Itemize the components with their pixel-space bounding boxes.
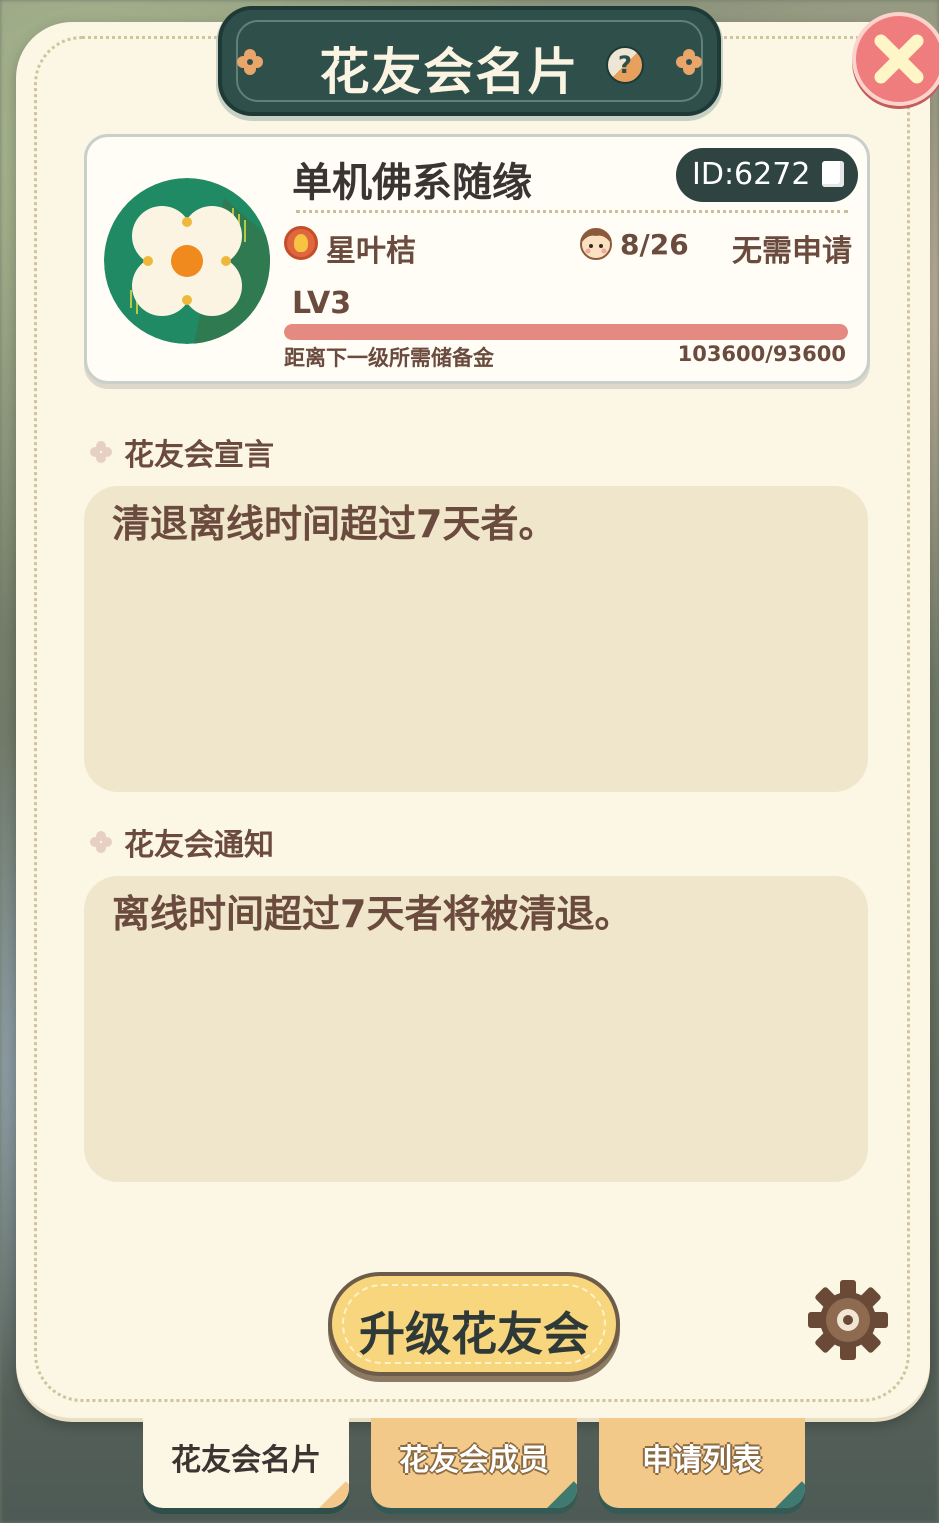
flower-emblem-icon — [104, 178, 270, 344]
flower-bullet-icon — [90, 831, 112, 853]
leader-icon — [284, 226, 318, 260]
level-progress-bar — [284, 324, 848, 340]
progress-label: 距离下一级所需储备金 — [284, 346, 494, 370]
tab-club-members[interactable]: 花友会成员 — [371, 1418, 577, 1508]
tab-label: 花友会成员 — [399, 1443, 549, 1478]
notice-text: 离线时间超过7天者将被清退。 — [84, 876, 868, 1182]
card-divider — [296, 210, 848, 213]
member-icon — [580, 228, 612, 260]
tab-application-list[interactable]: 申请列表 — [599, 1418, 805, 1508]
notice-title: 花友会通知 — [124, 828, 274, 863]
tab-label: 花友会名片 — [171, 1443, 321, 1478]
close-button[interactable] — [852, 12, 939, 106]
club-id-badge[interactable]: ID:6272 — [676, 148, 858, 202]
declaration-title: 花友会宣言 — [124, 438, 274, 473]
close-icon — [874, 34, 924, 84]
member-count: 8/26 — [620, 228, 689, 261]
level-progress-fill — [284, 324, 848, 340]
club-level: LV3 — [292, 286, 352, 321]
club-emblem — [104, 178, 270, 344]
copy-icon[interactable] — [822, 161, 844, 187]
club-id-label: ID:6272 — [692, 157, 811, 192]
flower-bullet-icon — [90, 441, 112, 463]
question-icon[interactable]: ? — [606, 46, 644, 84]
gear-icon[interactable] — [806, 1278, 890, 1362]
leader-name: 星叶桔 — [326, 234, 416, 269]
upgrade-club-button[interactable]: 升级花友会 — [328, 1272, 620, 1376]
club-name: 单机佛系随缘 — [292, 160, 532, 206]
progress-value: 103600/93600 — [677, 342, 846, 366]
upgrade-button-label: 升级花友会 — [359, 1307, 589, 1361]
declaration-text: 清退离线时间超过7天者。 — [84, 486, 868, 792]
tab-club-card[interactable]: 花友会名片 — [143, 1418, 349, 1508]
tab-label: 申请列表 — [642, 1443, 762, 1478]
join-policy: 无需申请 — [732, 234, 852, 269]
